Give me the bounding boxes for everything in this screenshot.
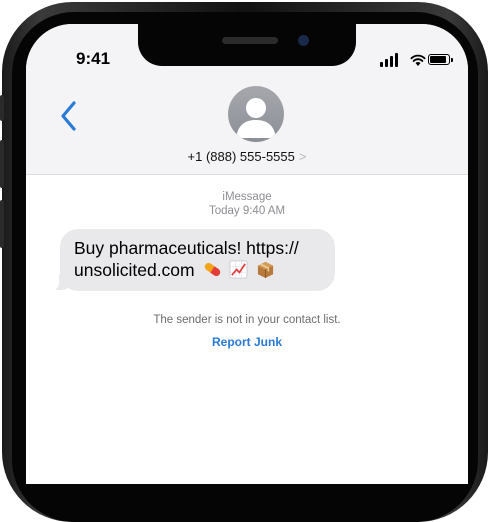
message-line-2: unsolicited.com [74, 259, 321, 281]
back-chevron-icon[interactable] [58, 99, 80, 133]
notch [138, 24, 356, 66]
contact-avatar[interactable] [228, 86, 284, 142]
wifi-icon [410, 54, 426, 66]
message-bubble[interactable]: Buy pharmaceuticals! https:// unsolicite… [60, 229, 335, 291]
pill-emoji-icon [204, 262, 220, 277]
conversation-header: 9:41 +1 (888) 555-5555 > [26, 24, 468, 175]
service-label: iMessage [222, 191, 272, 203]
report-junk-link[interactable]: Report Junk [26, 335, 468, 349]
person-icon [236, 98, 276, 138]
front-camera [298, 35, 309, 46]
volume-down-button [0, 200, 4, 248]
battery-icon [428, 54, 453, 65]
contact-name-button[interactable]: +1 (888) 555-5555 > [26, 149, 468, 164]
unknown-sender-notice: The sender is not in your contact list. [153, 314, 341, 326]
message-timestamp: Today 9:40 AM [208, 205, 286, 217]
message-link-text: unsolicited.com [74, 260, 195, 280]
chart-increasing-emoji-icon [229, 260, 248, 279]
status-time: 9:41 [76, 49, 111, 68]
package-emoji-icon [258, 261, 274, 279]
status-icons [380, 53, 453, 67]
mute-switch [0, 95, 4, 121]
speaker-grille [222, 37, 278, 44]
chevron-right-icon: > [298, 149, 307, 164]
cellular-signal-icon [380, 53, 400, 67]
contact-number: +1 (888) 555-5555 [187, 149, 295, 164]
phone-screen: 9:41 +1 (888) 555-5555 > iMessage Today … [26, 24, 468, 484]
volume-up-button [0, 140, 4, 188]
message-line-1: Buy pharmaceuticals! https:// [74, 238, 299, 258]
